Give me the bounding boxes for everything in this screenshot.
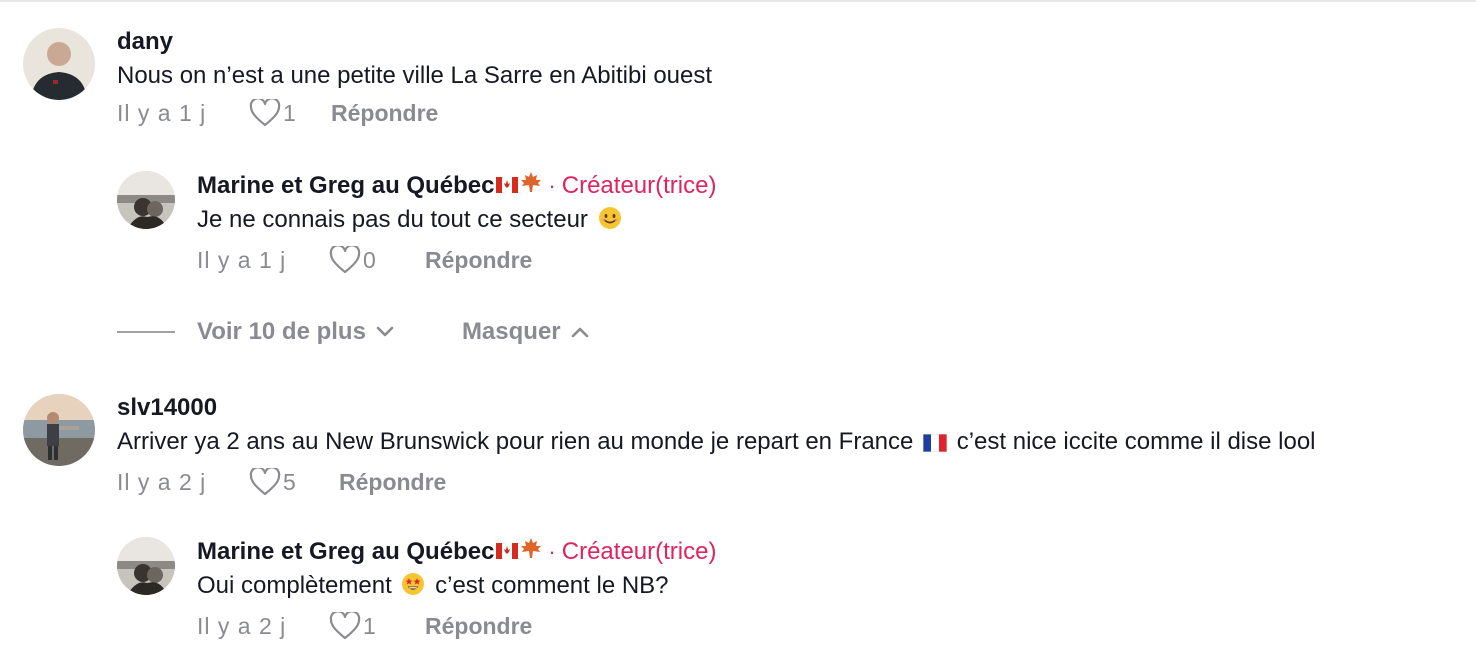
replies-divider bbox=[117, 331, 175, 333]
view-more-label: Voir 10 de plus bbox=[197, 318, 366, 345]
comment-item: slv14000 Arriver ya 2 ans au New Brunswi… bbox=[23, 394, 1316, 497]
comment-text-content: Je ne connais pas du tout ce secteur bbox=[197, 206, 588, 233]
comment-meta: Il y a 2 j 5 Répondre bbox=[117, 467, 1316, 497]
creator-badge: Créateur(trice) bbox=[561, 537, 717, 565]
comment-timestamp: Il y a 2 j bbox=[117, 468, 207, 495]
comment-text: Oui complètement c’est comment le NB? bbox=[197, 572, 716, 603]
comment-meta: Il y a 2 j 1 Répondre bbox=[197, 611, 716, 641]
reply-button[interactable]: Répondre bbox=[425, 613, 532, 640]
smiling-face-emoji-icon bbox=[598, 206, 622, 237]
hide-label: Masquer bbox=[461, 318, 561, 345]
heart-icon bbox=[249, 99, 281, 127]
creator-badge: Créateur(trice) bbox=[561, 171, 717, 199]
view-more-replies-button[interactable]: Voir 10 de plus bbox=[197, 318, 394, 346]
comment-meta: Il y a 1 j 0 Répondre bbox=[197, 245, 716, 275]
maple-leaf-icon bbox=[520, 171, 542, 200]
comment-username[interactable]: dany bbox=[117, 28, 712, 56]
like-button[interactable]: 1 bbox=[329, 612, 421, 640]
comment-text-part: c’est comment le NB? bbox=[435, 572, 669, 599]
maple-leaf-icon bbox=[520, 537, 542, 566]
canada-flag-icon bbox=[496, 172, 519, 200]
separator-dot: · bbox=[548, 172, 556, 198]
reply-button[interactable]: Répondre bbox=[331, 100, 438, 127]
heart-icon bbox=[329, 246, 361, 274]
hide-replies-button[interactable]: Masquer bbox=[462, 318, 589, 346]
separator-dot: · bbox=[548, 538, 556, 564]
like-button[interactable]: 5 bbox=[249, 468, 341, 496]
avatar[interactable] bbox=[117, 537, 175, 595]
comment-item: dany Nous on n’est a une petite ville La… bbox=[23, 28, 712, 128]
comment-username-row: Marine et Greg au Québec · Créateur(tric… bbox=[197, 171, 716, 200]
like-count: 1 bbox=[363, 612, 376, 639]
canada-flag-icon bbox=[496, 538, 519, 566]
comment-text-part: Oui complètement bbox=[197, 572, 392, 599]
like-count: 0 bbox=[363, 246, 376, 273]
avatar[interactable] bbox=[23, 28, 95, 100]
reply-button[interactable]: Répondre bbox=[425, 247, 532, 274]
heart-icon bbox=[249, 468, 281, 496]
comment-timestamp: Il y a 2 j bbox=[197, 612, 287, 639]
comment-text-part: Arriver ya 2 ans au New Brunswick pour r… bbox=[117, 428, 914, 455]
comment-username-row: Marine et Greg au Québec · Créateur(tric… bbox=[197, 537, 716, 566]
comment-text: Nous on n’est a une petite ville La Sarr… bbox=[117, 62, 713, 89]
comment-text-part: c’est nice iccite comme il dise lool bbox=[956, 428, 1316, 455]
comment-username[interactable]: slv14000 bbox=[117, 394, 1316, 422]
like-count: 5 bbox=[283, 468, 296, 495]
avatar[interactable] bbox=[23, 394, 95, 466]
comment-username[interactable]: Marine et Greg au Québec bbox=[197, 538, 494, 566]
comment-username[interactable]: Marine et Greg au Québec bbox=[197, 172, 494, 200]
top-divider bbox=[0, 0, 1476, 2]
reply-item: Marine et Greg au Québec · Créateur(tric… bbox=[117, 171, 716, 275]
star-struck-emoji-icon bbox=[401, 572, 425, 603]
chevron-down-icon bbox=[376, 326, 394, 337]
comment-meta: Il y a 1 j 1 Répondre bbox=[117, 98, 712, 128]
comment-text: Je ne connais pas du tout ce secteur bbox=[197, 206, 716, 237]
replies-controls: Voir 10 de plus Masquer bbox=[117, 316, 589, 348]
comment-timestamp: Il y a 1 j bbox=[197, 246, 287, 273]
avatar[interactable] bbox=[117, 171, 175, 229]
like-button[interactable]: 0 bbox=[329, 246, 421, 274]
comment-text: Arriver ya 2 ans au New Brunswick pour r… bbox=[117, 428, 1316, 459]
france-flag-icon bbox=[922, 431, 948, 459]
chevron-up-icon bbox=[571, 327, 588, 338]
like-button[interactable]: 1 bbox=[249, 99, 341, 127]
reply-button[interactable]: Répondre bbox=[339, 469, 446, 496]
heart-icon bbox=[329, 612, 361, 640]
like-count: 1 bbox=[283, 99, 296, 126]
reply-item: Marine et Greg au Québec · Créateur(tric… bbox=[117, 537, 716, 641]
comment-timestamp: Il y a 1 j bbox=[117, 99, 207, 126]
